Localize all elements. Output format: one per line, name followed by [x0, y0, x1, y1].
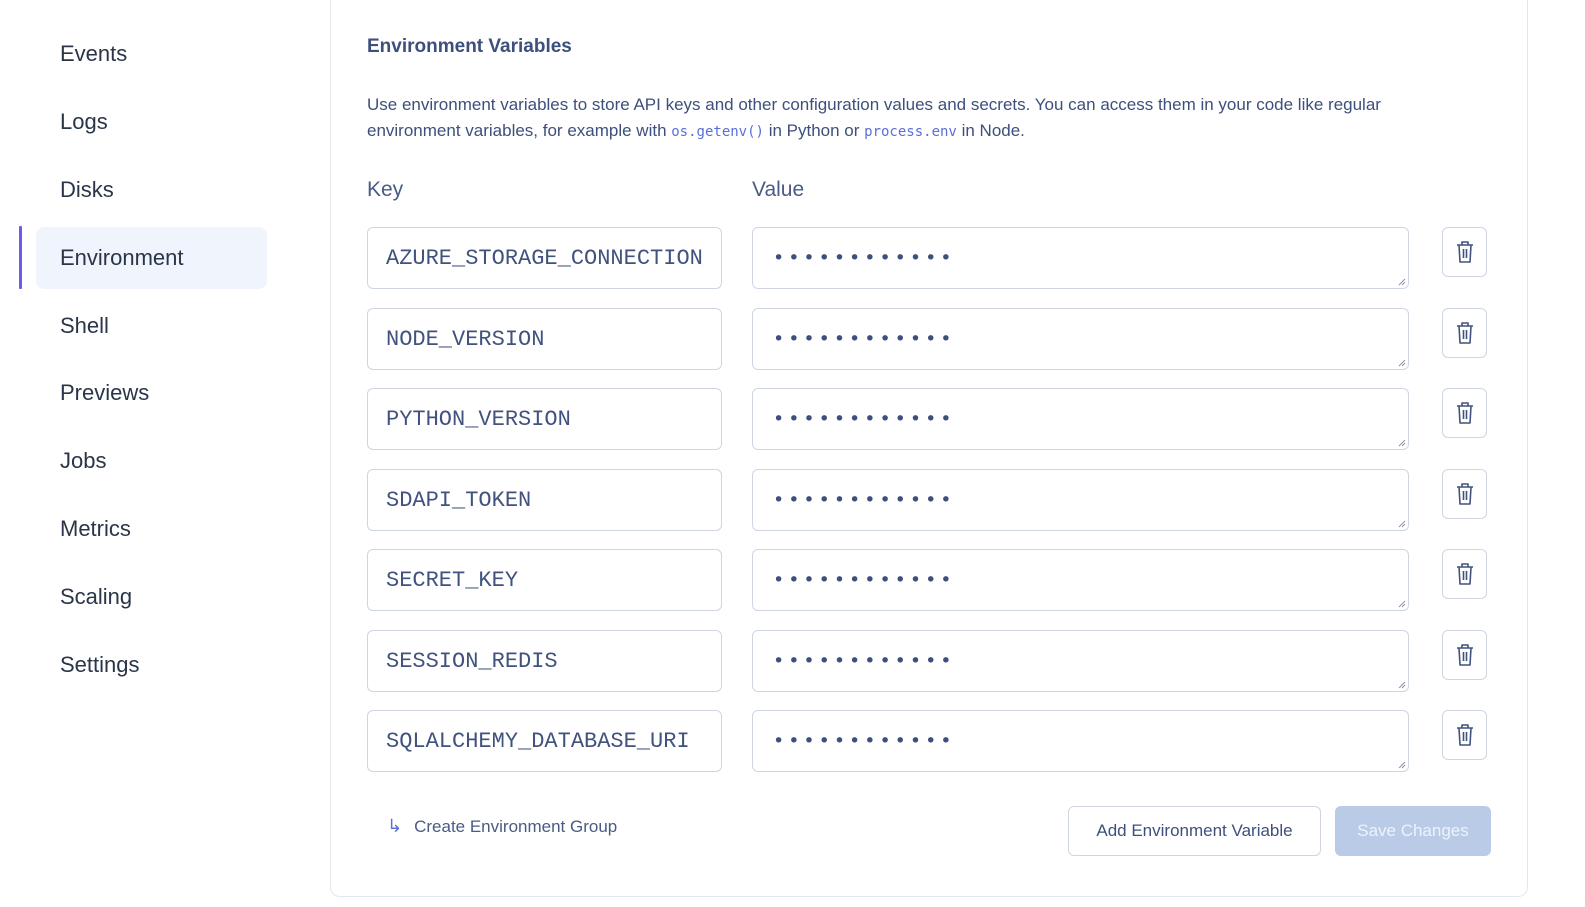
sidebar: Events Logs Disks Environment Shell Prev…	[0, 0, 300, 907]
env-value-input[interactable]: ••••••••••••	[752, 308, 1409, 370]
masked-value: ••••••••••••	[773, 247, 956, 269]
delete-variable-button[interactable]	[1442, 227, 1487, 277]
sidebar-item-previews[interactable]: Previews	[36, 362, 267, 424]
env-key-input[interactable]	[367, 630, 722, 692]
sidebar-item-settings[interactable]: Settings	[36, 634, 267, 696]
sidebar-item-logs[interactable]: Logs	[36, 91, 267, 153]
env-key-input[interactable]	[367, 549, 722, 611]
trash-icon	[1456, 724, 1473, 746]
delete-variable-button[interactable]	[1442, 549, 1487, 599]
resize-handle-icon[interactable]	[1398, 439, 1406, 447]
sidebar-item-shell[interactable]: Shell	[36, 295, 267, 357]
code-os-getenv: os.getenv()	[671, 124, 764, 140]
delete-variable-button[interactable]	[1442, 308, 1487, 358]
env-key-input[interactable]	[367, 710, 722, 772]
key-column-label: Key	[367, 178, 404, 201]
trash-icon	[1456, 322, 1473, 344]
description-text: in Node.	[956, 121, 1025, 140]
arrow-return-icon: ↳	[387, 816, 403, 836]
env-value-input[interactable]: ••••••••••••	[752, 227, 1409, 289]
delete-variable-button[interactable]	[1442, 630, 1487, 680]
masked-value: ••••••••••••	[773, 569, 956, 591]
env-key-input[interactable]	[367, 308, 722, 370]
trash-icon	[1456, 402, 1473, 424]
env-key-input[interactable]	[367, 469, 722, 531]
active-indicator	[19, 226, 22, 289]
sidebar-item-events[interactable]: Events	[36, 23, 267, 85]
masked-value: ••••••••••••	[773, 328, 956, 350]
resize-handle-icon[interactable]	[1398, 600, 1406, 608]
add-environment-variable-button[interactable]: Add Environment Variable	[1068, 806, 1321, 856]
description-text: in Python or	[763, 121, 865, 140]
trash-icon	[1456, 483, 1473, 505]
delete-variable-button[interactable]	[1442, 710, 1487, 760]
section-title: Environment Variables	[367, 36, 572, 57]
resize-handle-icon[interactable]	[1398, 761, 1406, 769]
save-changes-button[interactable]: Save Changes	[1335, 806, 1491, 856]
masked-value: ••••••••••••	[773, 408, 956, 430]
masked-value: ••••••••••••	[773, 730, 956, 752]
value-column-label: Value	[752, 178, 805, 201]
masked-value: ••••••••••••	[773, 489, 956, 511]
sidebar-item-scaling[interactable]: Scaling	[36, 566, 267, 628]
resize-handle-icon[interactable]	[1398, 520, 1406, 528]
section-description: Use environment variables to store API k…	[367, 92, 1477, 145]
delete-variable-button[interactable]	[1442, 469, 1487, 519]
env-value-input[interactable]: ••••••••••••	[752, 549, 1409, 611]
env-value-input[interactable]: ••••••••••••	[752, 710, 1409, 772]
env-key-input[interactable]	[367, 227, 722, 289]
create-environment-group-link[interactable]: ↳ Create Environment Group	[387, 816, 617, 837]
trash-icon	[1456, 241, 1473, 263]
trash-icon	[1456, 644, 1473, 666]
resize-handle-icon[interactable]	[1398, 359, 1406, 367]
resize-handle-icon[interactable]	[1398, 681, 1406, 689]
env-value-input[interactable]: ••••••••••••	[752, 630, 1409, 692]
sidebar-item-disks[interactable]: Disks	[36, 159, 267, 221]
create-environment-group-label: Create Environment Group	[414, 816, 618, 836]
sidebar-item-jobs[interactable]: Jobs	[36, 430, 267, 492]
sidebar-item-environment[interactable]: Environment	[36, 227, 267, 289]
sidebar-item-metrics[interactable]: Metrics	[36, 498, 267, 560]
env-key-input[interactable]	[367, 388, 722, 450]
delete-variable-button[interactable]	[1442, 388, 1487, 438]
masked-value: ••••••••••••	[773, 650, 956, 672]
env-value-input[interactable]: ••••••••••••	[752, 469, 1409, 531]
code-process-env: process.env	[864, 124, 957, 140]
trash-icon	[1456, 563, 1473, 585]
env-value-input[interactable]: ••••••••••••	[752, 388, 1409, 450]
resize-handle-icon[interactable]	[1398, 278, 1406, 286]
